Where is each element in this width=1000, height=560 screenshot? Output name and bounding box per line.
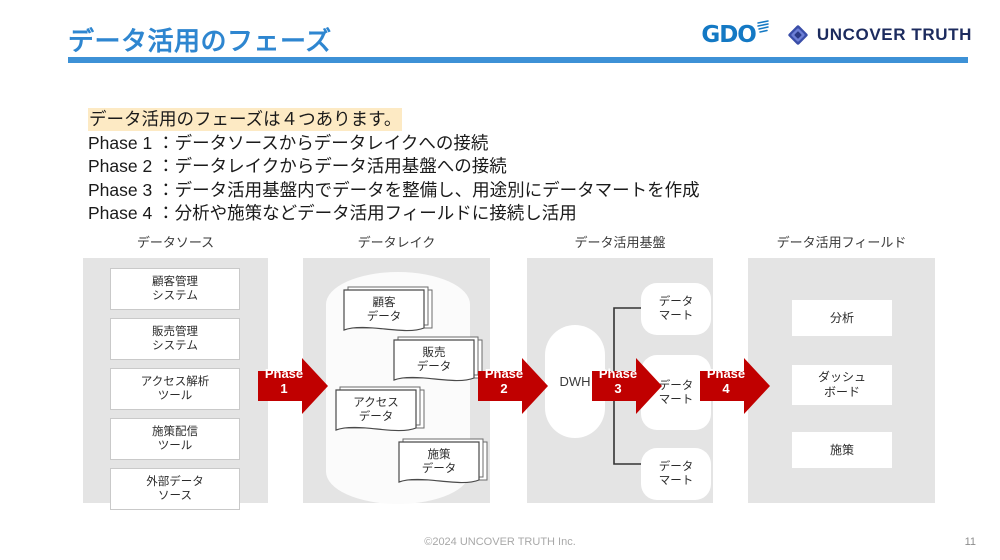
column-header-data-source: データソース <box>136 235 215 250</box>
uncover-truth-logo: UNCOVER TRUTH <box>787 24 972 46</box>
lake-card-sales-label: 販売 データ <box>416 347 452 373</box>
lake-card-customer-label: 顧客 データ <box>366 297 402 323</box>
gdo-logo: GDO <box>701 20 769 48</box>
footer-copyright: ©2024 UNCOVER TRUTH Inc. <box>424 536 576 548</box>
data-mart-1-label: データ マート <box>658 296 694 322</box>
lead-line-5: Phase 4 ：分析や施策などデータ活用フィールドに接続し活用 <box>88 203 577 223</box>
source-box-sales-label: 販売管理 システム <box>152 326 198 352</box>
field-box-campaign-label: 施策 <box>829 442 854 457</box>
lake-card-campaign[interactable]: 施策 データ <box>395 436 488 484</box>
column-header-data-lake: データレイク <box>357 235 436 250</box>
lake-card-access[interactable]: アクセス データ <box>332 384 425 432</box>
source-box-sales[interactable]: 販売管理 システム <box>110 318 240 360</box>
page-number: 11 <box>964 536 976 548</box>
source-box-crm-label: 顧客管理 システム <box>152 276 198 302</box>
data-mart-3[interactable]: データ マート <box>641 448 711 500</box>
slide-canvas: データ活用のフェーズ GDO UNCOVER TRUTH データ活用のフェーズは… <box>0 0 1000 560</box>
lake-card-sales[interactable]: 販売 データ <box>390 334 483 382</box>
lake-card-customer[interactable]: 顧客 データ <box>340 284 433 332</box>
field-box-dashboard-label: ダッシュ ボード <box>817 370 866 399</box>
data-mart-1[interactable]: データ マート <box>641 283 711 335</box>
column-header-data-platform: データ活用基盤 <box>574 235 666 250</box>
phase-arrow-3[interactable]: Phase 3 <box>592 357 662 415</box>
uncover-truth-logo-text: UNCOVER TRUTH <box>816 25 972 44</box>
phase-arrow-1[interactable]: Phase 1 <box>258 357 328 415</box>
source-box-access-analytics[interactable]: アクセス解析 ツール <box>110 368 240 410</box>
source-box-external-data-label: 外部データ ソース <box>146 476 204 502</box>
lead-line-1: データ活用のフェーズは４つあります。 <box>88 108 700 132</box>
source-box-external-data[interactable]: 外部データ ソース <box>110 468 240 510</box>
page-title: データ活用のフェーズ <box>68 26 332 56</box>
logo-group: GDO UNCOVER TRUTH <box>701 20 972 48</box>
data-mart-2-label: データ マート <box>658 379 694 406</box>
column-header-data-field: データ活用フィールド <box>776 235 907 250</box>
field-box-dashboard[interactable]: ダッシュ ボード <box>792 365 892 405</box>
phase-arrow-2[interactable]: Phase 2 <box>478 357 548 415</box>
data-mart-3-label: データ マート <box>658 461 694 487</box>
source-box-access-analytics-label: アクセス解析 ツール <box>140 376 210 402</box>
gdo-swoosh-icon <box>757 16 769 33</box>
phase-arrow-4[interactable]: Phase 4 <box>700 357 770 415</box>
lead-paragraph: データ活用のフェーズは４つあります。 Phase 1 ：データソースからデータレ… <box>88 108 700 226</box>
uncover-truth-mark-icon <box>787 24 809 46</box>
lead-line-1-highlight: データ活用のフェーズは４つあります。 <box>88 108 403 131</box>
field-box-analysis-label: 分析 <box>829 310 854 325</box>
source-box-campaign-delivery-label: 施策配信 ツール <box>152 426 198 452</box>
lake-card-campaign-label: 施策 データ <box>421 449 457 475</box>
field-box-campaign[interactable]: 施策 <box>792 432 892 468</box>
gdo-logo-text: GDO <box>701 22 757 48</box>
field-box-analysis[interactable]: 分析 <box>792 300 892 336</box>
data-utilization-phase-diagram: データソース データレイク データ活用基盤 データ活用フィールド 顧客管理 システ… <box>0 232 1000 512</box>
title-underline-rule <box>68 57 968 63</box>
dwh-label: DWH <box>559 374 591 389</box>
lake-card-access-label: アクセス データ <box>353 397 399 423</box>
source-box-campaign-delivery[interactable]: 施策配信 ツール <box>110 418 240 460</box>
source-box-crm[interactable]: 顧客管理 システム <box>110 268 240 310</box>
lead-line-4: Phase 3 ：データ活用基盤内でデータを整備し、用途別にデータマートを作成 <box>88 179 700 200</box>
lead-line-3: Phase 2 ：データレイクからデータ活用基盤への接続 <box>88 156 507 176</box>
lead-line-2: Phase 1 ：データソースからデータレイクへの接続 <box>88 132 489 153</box>
